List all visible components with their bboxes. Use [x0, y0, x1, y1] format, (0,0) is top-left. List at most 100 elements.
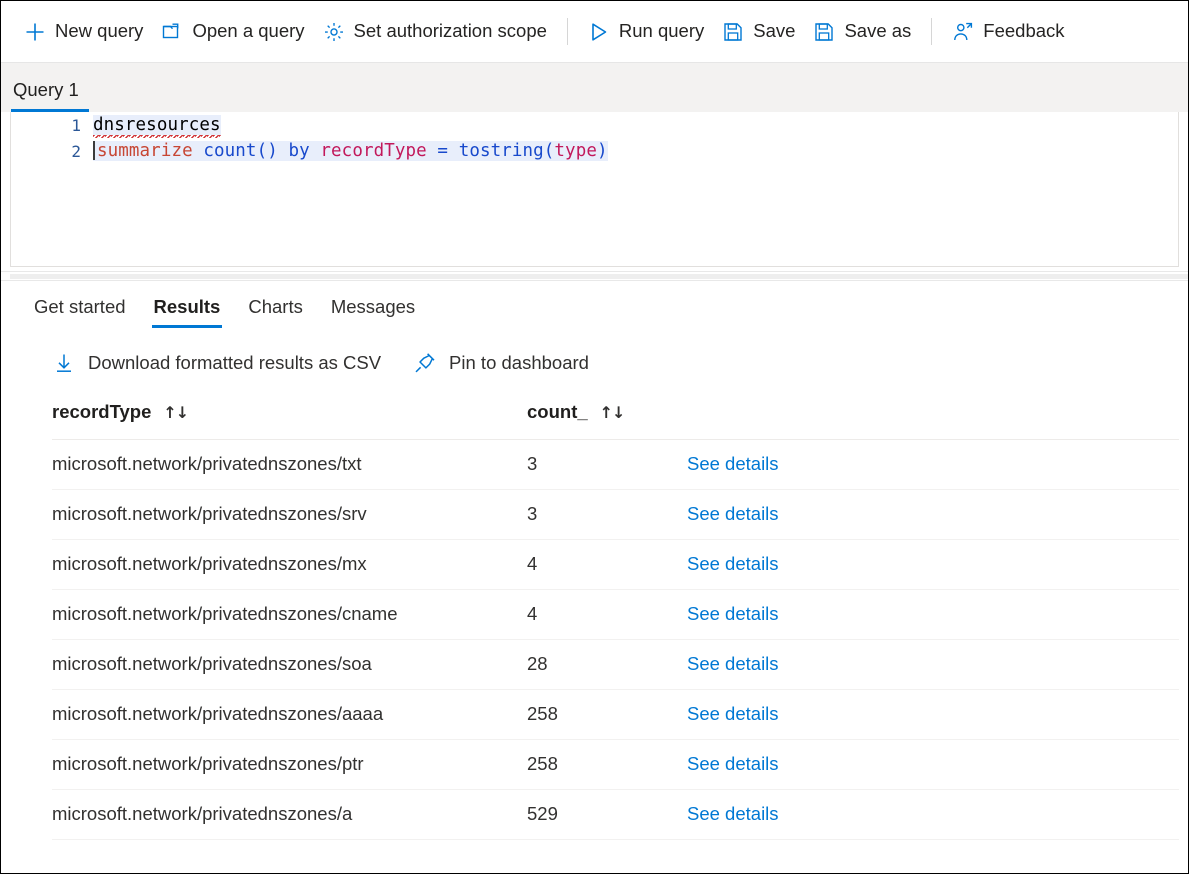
column-header-count[interactable]: count_ ↑↓: [527, 401, 687, 440]
code-token-summarize: summarize: [97, 141, 193, 161]
cell-count: 529: [527, 790, 687, 840]
see-details-link[interactable]: See details: [687, 703, 779, 724]
person-feedback-icon: [952, 21, 974, 43]
command-toolbar: New query Open a query: [1, 1, 1188, 62]
see-details-link[interactable]: See details: [687, 453, 779, 474]
column-header-recordtype-label: recordType: [52, 401, 151, 423]
cell-details: See details: [687, 740, 1179, 790]
save-button[interactable]: Save: [713, 12, 804, 52]
save-as-button[interactable]: Save as: [804, 12, 920, 52]
code-token-count: count: [203, 141, 256, 161]
text-caret: [93, 141, 95, 160]
code-token-equals: =: [437, 141, 448, 161]
tab-results[interactable]: Results: [140, 281, 235, 337]
download-icon: [52, 351, 76, 375]
see-details-link[interactable]: See details: [687, 653, 779, 674]
tab-get-started[interactable]: Get started: [20, 281, 140, 337]
cell-details: See details: [687, 490, 1179, 540]
set-authorization-scope-button[interactable]: Set authorization scope: [314, 12, 556, 52]
tab-messages[interactable]: Messages: [317, 281, 429, 337]
results-table: recordType ↑↓ count_ ↑↓ microsoft.networ…: [52, 401, 1179, 840]
results-table-body: microsoft.network/privatednszones/txt3Se…: [52, 440, 1179, 840]
cell-count: 4: [527, 540, 687, 590]
code-token-tostring: tostring: [459, 141, 544, 161]
cell-recordtype: microsoft.network/privatednszones/cname: [52, 590, 527, 640]
save-as-label: Save as: [844, 22, 911, 41]
cell-count: 3: [527, 490, 687, 540]
table-row: microsoft.network/privatednszones/soa28S…: [52, 640, 1179, 690]
cell-count: 258: [527, 740, 687, 790]
results-tablist: Get started Results Charts Messages: [10, 281, 1188, 337]
line-number-1: 1: [11, 116, 93, 135]
cell-details: See details: [687, 590, 1179, 640]
table-header-row: recordType ↑↓ count_ ↑↓: [52, 401, 1179, 440]
tab-charts[interactable]: Charts: [234, 281, 317, 337]
results-table-head: recordType ↑↓ count_ ↑↓: [52, 401, 1179, 440]
pin-icon: [413, 351, 437, 375]
code-token-table: dnsresources: [93, 115, 221, 138]
cell-count: 28: [527, 640, 687, 690]
pin-to-dashboard-label: Pin to dashboard: [449, 352, 589, 374]
toolbar-divider-2: [931, 18, 932, 45]
cell-details: See details: [687, 640, 1179, 690]
open-folder-icon: [161, 21, 183, 43]
code-line-2: 2 summarize count() by recordType = tost…: [11, 138, 1178, 164]
table-row: microsoft.network/privatednszones/aaaa25…: [52, 690, 1179, 740]
table-row: microsoft.network/privatednszones/a529Se…: [52, 790, 1179, 840]
download-csv-button[interactable]: Download formatted results as CSV: [52, 351, 381, 375]
tab-results-label: Results: [154, 296, 221, 317]
code-token-close-paren: ): [597, 141, 608, 161]
gear-icon: [323, 21, 345, 43]
splitter-handle[interactable]: [10, 274, 1188, 279]
results-panel: Get started Results Charts Messages: [1, 281, 1188, 874]
code-line-2-content: summarize count() by recordType = tostri…: [93, 141, 608, 161]
open-query-button[interactable]: Open a query: [152, 12, 313, 52]
tab-get-started-label: Get started: [34, 296, 126, 317]
code-token-recordtype: recordType: [320, 141, 426, 161]
cell-count: 3: [527, 440, 687, 490]
cell-recordtype: microsoft.network/privatednszones/mx: [52, 540, 527, 590]
sort-arrows-icon[interactable]: ↑↓: [600, 403, 625, 422]
cell-details: See details: [687, 790, 1179, 840]
tab-messages-label: Messages: [331, 296, 415, 317]
table-row: microsoft.network/privatednszones/cname4…: [52, 590, 1179, 640]
tab-charts-label: Charts: [248, 296, 303, 317]
cell-details: See details: [687, 540, 1179, 590]
run-query-label: Run query: [619, 22, 704, 41]
see-details-link[interactable]: See details: [687, 603, 779, 624]
kql-code-editor[interactable]: 1 dnsresources 2 summarize count() by re…: [10, 112, 1179, 267]
query-tabstrip: Query 1: [1, 62, 1188, 112]
table-row: microsoft.network/privatednszones/srv3Se…: [52, 490, 1179, 540]
feedback-label: Feedback: [983, 22, 1064, 41]
set-authorization-scope-label: Set authorization scope: [354, 22, 547, 41]
feedback-button[interactable]: Feedback: [943, 12, 1073, 52]
see-details-link[interactable]: See details: [687, 803, 779, 824]
see-details-link[interactable]: See details: [687, 503, 779, 524]
cell-count: 258: [527, 690, 687, 740]
cell-count: 4: [527, 590, 687, 640]
see-details-link[interactable]: See details: [687, 753, 779, 774]
cell-recordtype: microsoft.network/privatednszones/txt: [52, 440, 527, 490]
plus-icon: [24, 21, 46, 43]
play-icon: [588, 21, 610, 43]
query-explorer-window: New query Open a query: [0, 0, 1189, 874]
save-icon: [722, 21, 744, 43]
pin-to-dashboard-button[interactable]: Pin to dashboard: [413, 351, 589, 375]
code-line-1-content: dnsresources: [93, 115, 221, 135]
new-query-label: New query: [55, 22, 143, 41]
see-details-link[interactable]: See details: [687, 553, 779, 574]
query-tab-1[interactable]: Query 1: [11, 79, 83, 112]
panel-splitter[interactable]: [1, 271, 1188, 281]
run-query-button[interactable]: Run query: [579, 12, 713, 52]
code-token-count-parens: (): [257, 141, 278, 161]
table-row: microsoft.network/privatednszones/ptr258…: [52, 740, 1179, 790]
new-query-button[interactable]: New query: [15, 12, 152, 52]
column-header-count-label: count_: [527, 401, 588, 423]
cell-recordtype: microsoft.network/privatednszones/ptr: [52, 740, 527, 790]
column-header-recordtype[interactable]: recordType ↑↓: [52, 401, 527, 440]
cell-recordtype: microsoft.network/privatednszones/aaaa: [52, 690, 527, 740]
results-actions: Download formatted results as CSV Pin to…: [10, 337, 1188, 389]
table-row: microsoft.network/privatednszones/txt3Se…: [52, 440, 1179, 490]
sort-arrows-icon[interactable]: ↑↓: [163, 403, 188, 422]
save-label: Save: [753, 22, 795, 41]
